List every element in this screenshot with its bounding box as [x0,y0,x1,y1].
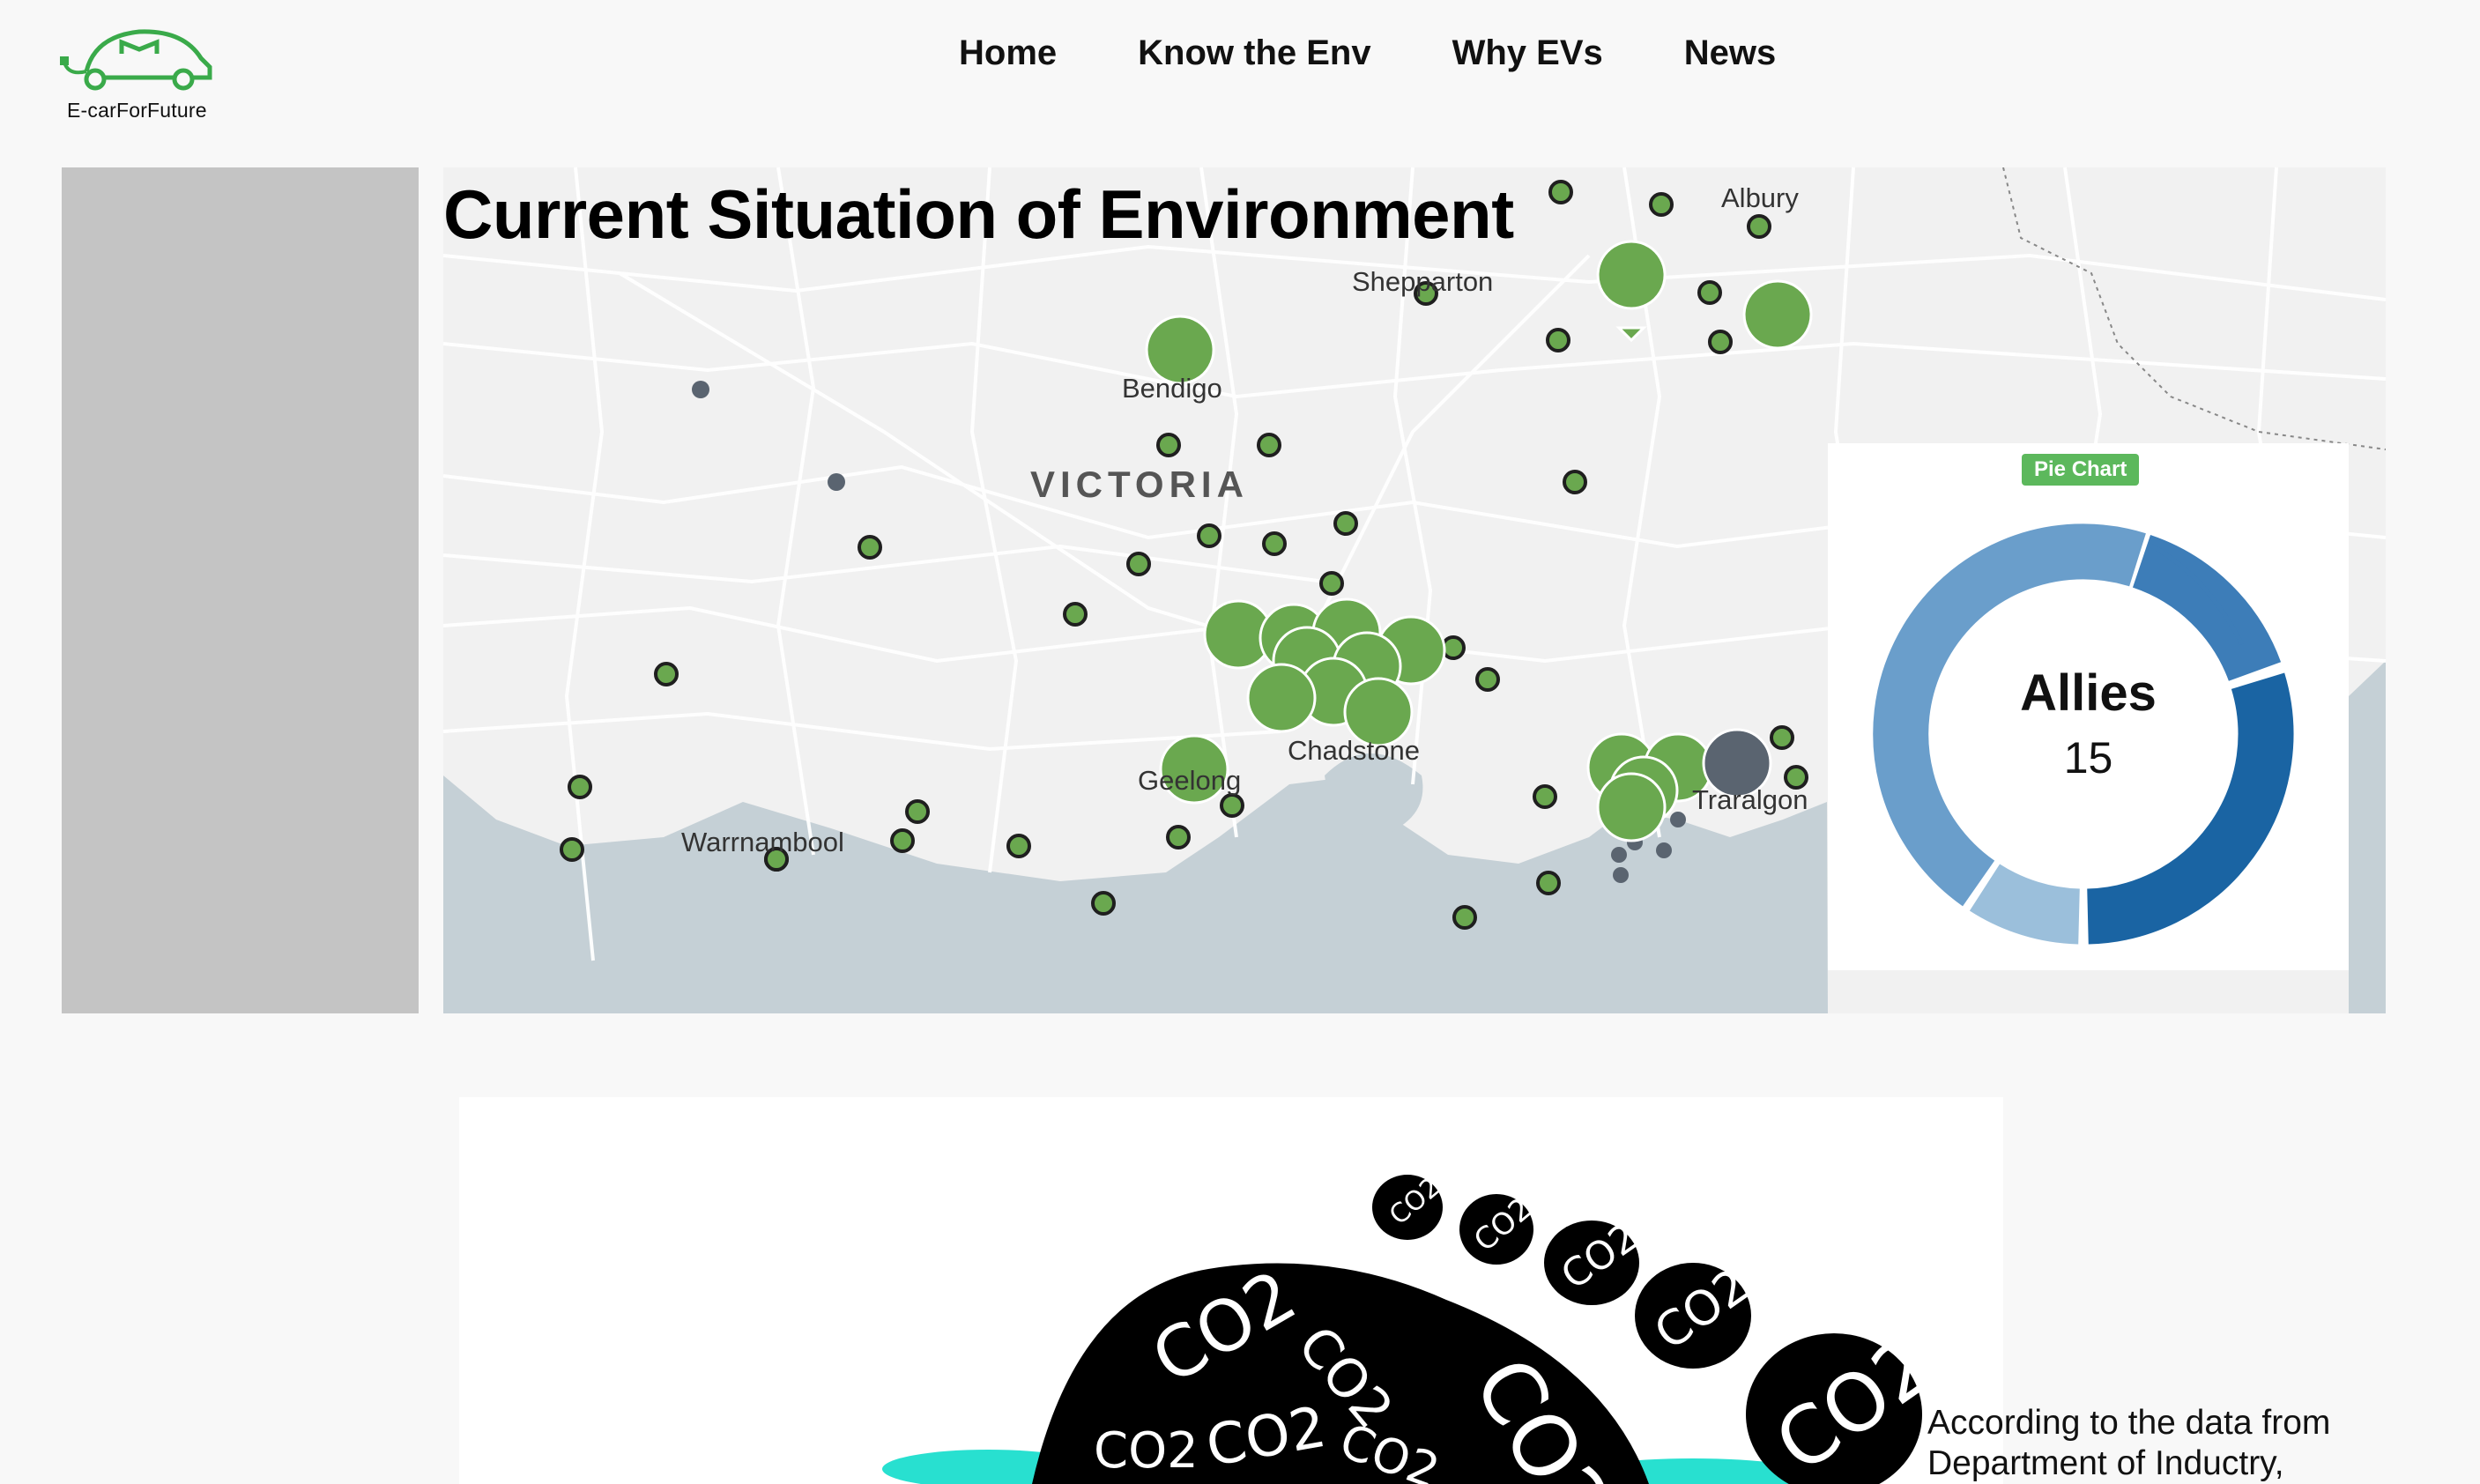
pie-chart-card: Pie Chart Allies 15 [1828,443,2349,970]
station-marker[interactable] [1063,602,1088,627]
place-label-warrnambool: Warrnambool [681,827,844,857]
station-marker[interactable] [1536,871,1561,895]
place-label-bendigo: Bendigo [1122,373,1222,404]
place-label-geelong: Geelong [1138,765,1242,796]
station-marker[interactable] [1220,793,1244,818]
donut-center-value: 15 [2063,733,2113,783]
co2-footprint-section: CO2 CO2 CO2 CO2 CO2 CO2 CO2 CO2 CO2 CO2 … [459,1097,2003,1484]
station-marker[interactable] [1533,784,1557,809]
station-marker[interactable] [1697,280,1722,305]
grey-marker[interactable] [1670,812,1686,827]
station-marker[interactable] [1006,834,1031,858]
nav-news[interactable]: News [1684,33,1777,73]
station-marker[interactable] [1708,330,1733,354]
sea-east [2349,661,2386,1013]
region-label-victoria: VICTORIA [1030,464,1249,505]
station-marker[interactable] [1441,635,1466,660]
station-marker[interactable] [1156,433,1181,457]
state-border [2002,167,2386,450]
station-marker[interactable] [1770,725,1794,750]
footprint-description: According to the data from Department of… [1927,1404,2331,1482]
nav-know-the-env[interactable]: Know the Env [1138,33,1370,73]
station-marker[interactable] [1563,470,1587,494]
co2-labels: CO2 CO2 CO2 CO2 CO2 CO2 CO2 CO2 CO2 CO2 … [1094,1172,1950,1484]
place-label-albury: Albury [1721,182,1799,213]
pin-marker[interactable] [1596,240,1667,343]
station-marker[interactable] [1548,180,1573,204]
grey-marker[interactable] [828,473,845,491]
car-plug-icon [60,29,212,91]
station-marker[interactable] [1197,523,1221,548]
station-marker[interactable] [1319,571,1344,596]
pin-marker[interactable] [1246,663,1317,733]
donut-center-label: Allies [2020,664,2157,722]
station-marker[interactable] [1546,328,1570,352]
side-panel [62,167,419,1013]
ev-station-map[interactable]: Current Situation of Environment Albury … [443,167,2386,1013]
station-marker[interactable] [1166,825,1191,850]
main-nav: Home Know the Env Why EVs News [959,33,1857,73]
place-label-shepparton: Shepparton [1352,266,1494,297]
grey-marker[interactable] [1656,842,1672,858]
station-marker[interactable] [1649,192,1674,217]
station-marker[interactable] [1091,891,1116,916]
station-marker[interactable] [654,662,679,686]
station-marker[interactable] [1475,667,1500,692]
co2-label: CO2 [1094,1422,1199,1480]
pin-marker[interactable] [1596,772,1667,842]
place-label-traralgon: Traralgon [1692,784,1808,815]
station-marker[interactable] [568,775,592,799]
donut-segment-2[interactable] [2132,534,2282,682]
station-marker[interactable] [1333,511,1358,536]
station-marker[interactable] [1126,552,1151,576]
station-marker[interactable] [1747,214,1771,239]
pin-marker[interactable] [1742,279,1813,350]
station-marker[interactable] [1257,433,1281,457]
station-marker[interactable] [890,828,915,853]
station-marker[interactable] [858,535,882,560]
place-label-chadstone: Chadstone [1288,735,1420,766]
grey-marker[interactable] [1613,867,1629,883]
station-marker[interactable] [1452,905,1477,930]
station-marker[interactable] [905,799,930,824]
co2-footprint-illustration: CO2 CO2 CO2 CO2 CO2 CO2 CO2 CO2 CO2 CO2 … [882,1172,1950,1484]
site-logo[interactable]: E-carForFuture [60,23,227,129]
nav-home[interactable]: Home [959,33,1057,73]
grey-marker[interactable] [692,381,709,398]
site-header: E-carForFuture Home Know the Env Why EVs… [0,0,2480,132]
nav-why-evs[interactable]: Why EVs [1452,33,1603,73]
station-marker[interactable] [560,837,584,862]
station-marker[interactable] [1262,531,1287,556]
grey-marker[interactable] [1611,847,1627,863]
logo-text: E-carForFuture [67,99,207,122]
map-title: Current Situation of Environment [443,175,1514,253]
donut-segment-4[interactable] [1969,864,2081,945]
